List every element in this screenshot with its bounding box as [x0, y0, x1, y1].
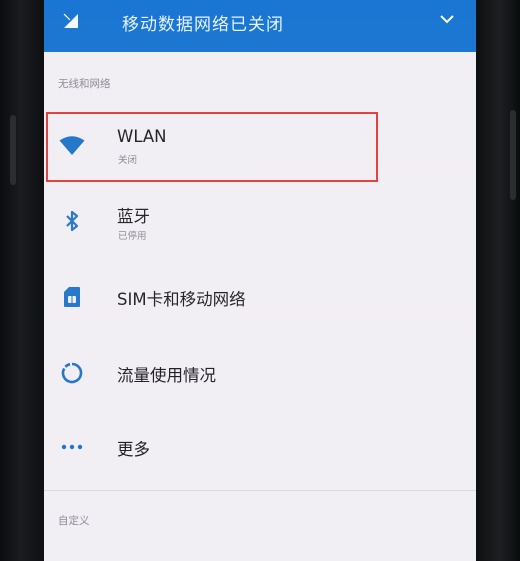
data-usage-label: 流量使用情况 [117, 366, 216, 385]
sim-card-icon [58, 283, 86, 311]
data-usage-icon [58, 359, 86, 387]
volume-button [10, 115, 16, 185]
bluetooth-icon [58, 207, 86, 235]
signal-off-icon [62, 12, 78, 28]
chevron-down-icon[interactable] [440, 14, 454, 24]
settings-item-data-usage[interactable]: 流量使用情况 [44, 338, 476, 408]
highlight-frame [46, 112, 378, 182]
section-header-custom: 自定义 [58, 515, 90, 527]
more-icon [58, 433, 86, 461]
status-title: 移动数据网络已关闭 [122, 15, 284, 35]
more-label: 更多 [117, 440, 150, 459]
power-button [510, 110, 516, 200]
settings-screen: 移动数据网络已关闭 无线和网络 WLAN 关闭 蓝牙 已停用 SIM卡和移动网络… [44, 0, 476, 561]
sim-label: SIM卡和移动网络 [117, 290, 246, 309]
section-header-wireless: 无线和网络 [58, 78, 111, 90]
settings-item-bluetooth[interactable]: 蓝牙 已停用 [44, 188, 476, 258]
section-divider [44, 490, 476, 491]
bluetooth-status: 已停用 [118, 231, 147, 242]
settings-item-more[interactable]: 更多 [44, 412, 476, 482]
phone-photo: 移动数据网络已关闭 无线和网络 WLAN 关闭 蓝牙 已停用 SIM卡和移动网络… [0, 0, 520, 561]
settings-item-sim[interactable]: SIM卡和移动网络 [44, 262, 476, 332]
bluetooth-label: 蓝牙 [117, 207, 150, 226]
mobile-data-status-bar[interactable]: 移动数据网络已关闭 [44, 0, 476, 52]
